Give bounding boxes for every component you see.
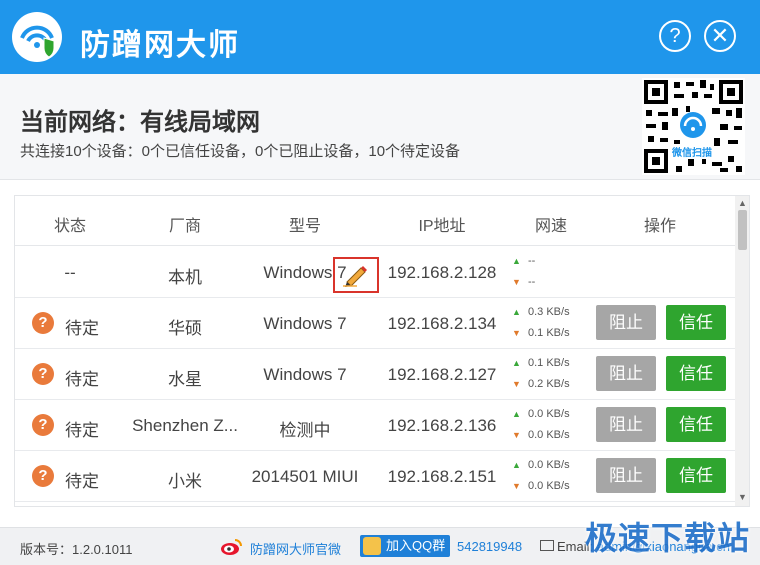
trust-button[interactable]: 信任 (666, 356, 726, 391)
pencil-icon (343, 266, 367, 287)
block-button[interactable]: 阻止 (596, 305, 656, 340)
upload-speed: ▲ 0.1 KB/s (512, 357, 570, 369)
vendor-cell: 小米 (168, 472, 202, 491)
upload-speed: ▲ 0.0 KB/s (512, 459, 570, 471)
table-scrollbar[interactable]: ▲ ▼ (735, 196, 749, 506)
vendor-cell: 本机 (168, 268, 202, 287)
qr-label: 微信扫描 (672, 144, 712, 159)
trust-button[interactable]: 信任 (666, 407, 726, 442)
trust-button[interactable]: 信任 (666, 458, 726, 493)
header-actions: 操作 (643, 218, 676, 235)
upload-arrow-icon: ▲ (512, 307, 521, 317)
header-status: 状态 (53, 218, 86, 235)
app-title: 防蹭网大师 (80, 29, 240, 62)
ip-cell: 192.168.2.128 (387, 263, 497, 282)
upload-arrow-icon: ▲ (512, 409, 521, 419)
table-row: ? 待定 Shenzhen Z... 检测中 192.168.2.136 ▲ 0.… (15, 400, 735, 451)
upload-arrow-icon: ▲ (512, 358, 521, 368)
model-cell: Windows 7 (263, 365, 347, 384)
upload-arrow-icon: ▲ (512, 460, 521, 470)
join-qq-group-button[interactable]: 加入QQ群 (360, 535, 450, 557)
trust-button[interactable]: 信任 (666, 305, 726, 340)
table-row: ? 待定 华硕 Windows 7 192.168.2.134 ▲ 0.3 KB/… (15, 298, 735, 349)
title-bar: 防蹭网大师 ? ✕ (0, 0, 760, 74)
vendor-cell: 华硕 (168, 319, 202, 338)
app-logo-icon (12, 12, 62, 62)
header-ip: IP地址 (418, 218, 466, 235)
upload-speed: ▲ -- (512, 255, 536, 267)
status-text: 待定 (65, 472, 99, 491)
header-model: 型号 (288, 218, 321, 235)
download-arrow-icon: ▼ (512, 379, 521, 389)
block-button[interactable]: 阻止 (596, 356, 656, 391)
block-button[interactable]: 阻止 (596, 458, 656, 493)
watermark: 极速下载站 (585, 520, 751, 556)
qq-button-label: 加入QQ群 (386, 538, 446, 553)
pending-status-icon: ? (32, 312, 54, 334)
pending-status-icon: ? (32, 363, 54, 385)
upload-speed: ▲ 0.0 KB/s (512, 408, 570, 420)
vendor-cell: 水星 (168, 370, 202, 389)
scroll-up-icon[interactable]: ▲ (738, 198, 747, 208)
model-cell: Windows 7 (263, 314, 347, 333)
version-label: 版本号：1.2.0.1011 (20, 542, 133, 557)
ip-cell: 192.168.2.151 (387, 467, 497, 486)
table-row: ? 待定 小米 2014501 MIUI 192.168.2.151 ▲ 0.0 … (15, 451, 735, 502)
scroll-thumb[interactable] (738, 210, 747, 250)
status-text: -- (64, 263, 76, 282)
download-speed: ▼ 0.0 KB/s (512, 480, 570, 492)
table-row: -- 本机 Windows 7 192.168.2.128 ▲ -- ▼ -- (15, 247, 735, 298)
download-arrow-icon: ▼ (512, 328, 521, 338)
download-speed: ▼ 0.2 KB/s (512, 378, 570, 390)
pending-status-icon: ? (32, 414, 54, 436)
upload-arrow-icon: ▲ (512, 256, 521, 266)
pending-status-icon: ? (32, 465, 54, 487)
qq-group-icon (363, 537, 381, 555)
wechat-qr-code: 微信扫描 (642, 78, 745, 175)
download-speed: ▼ 0.0 KB/s (512, 429, 570, 441)
weibo-icon[interactable] (220, 536, 244, 556)
model-cell: 2014501 MIUI (251, 467, 359, 486)
download-arrow-icon: ▼ (512, 277, 521, 287)
device-table: 状态 厂商 型号 IP地址 网速 操作 -- 本机 Windows 7 192.… (14, 195, 750, 507)
help-button[interactable]: ? (659, 20, 691, 52)
network-summary: 共连接10个设备：0个已信任设备，0个已阻止设备，10个待定设备 (20, 143, 461, 160)
ip-cell: 192.168.2.127 (387, 365, 497, 384)
network-title: 当前网络：有线局域网 (20, 109, 260, 136)
ip-cell: 192.168.2.134 (387, 314, 497, 333)
model-cell: 检测中 (279, 421, 331, 440)
scroll-down-icon[interactable]: ▼ (738, 492, 747, 502)
upload-speed: ▲ 0.3 KB/s (512, 306, 570, 318)
mail-icon (540, 540, 554, 551)
table-header: 状态 厂商 型号 IP地址 网速 操作 (15, 196, 735, 246)
status-text: 待定 (65, 421, 99, 440)
edit-name-button[interactable] (333, 257, 379, 293)
ip-cell: 192.168.2.136 (387, 416, 497, 435)
download-arrow-icon: ▼ (512, 430, 521, 440)
header-vendor: 厂商 (168, 218, 201, 235)
download-arrow-icon: ▼ (512, 481, 521, 491)
download-speed: ▼ -- (512, 276, 536, 288)
status-text: 待定 (65, 319, 99, 338)
close-button[interactable]: ✕ (704, 20, 736, 52)
header-speed: 网速 (534, 218, 567, 235)
table-row: ? 待定 水星 Windows 7 192.168.2.127 ▲ 0.1 KB/… (15, 349, 735, 400)
qq-group-number: 542819948 (457, 539, 523, 554)
weibo-link[interactable]: 防蹭网大师官微 (250, 539, 341, 558)
download-speed: ▼ 0.1 KB/s (512, 327, 570, 339)
block-button[interactable]: 阻止 (596, 407, 656, 442)
status-text: 待定 (65, 370, 99, 389)
vendor-cell: Shenzhen Z... (132, 416, 238, 435)
